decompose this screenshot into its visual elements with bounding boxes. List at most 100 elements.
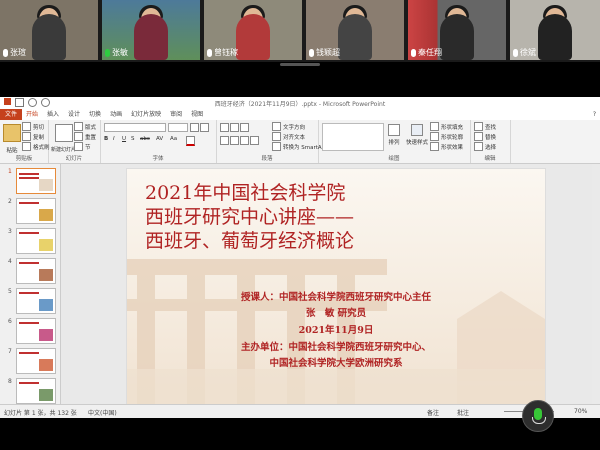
shadow-button[interactable]: S [131,136,135,142]
notes-button[interactable]: 备注 [427,408,439,417]
comments-button[interactable]: 批注 [457,408,469,417]
justify-icon [250,136,259,145]
video-strip-drag-handle[interactable] [280,63,320,66]
slide-number: 5 [8,288,12,295]
align-right-icon [240,136,249,145]
align-center-button[interactable] [230,136,239,145]
slide-thumbnail[interactable] [16,318,56,344]
shrink-font-icon [200,123,209,132]
underline-button[interactable]: U [122,136,126,142]
format-painter-button[interactable]: 格式刷 [22,142,50,151]
participant-tile[interactable]: 徐斌 [510,0,600,60]
replace-button[interactable]: 替换 [474,132,496,141]
file-tab[interactable]: 文件 [0,109,22,120]
decrease-indent-button[interactable] [240,123,249,132]
character-spacing-button[interactable]: AV [156,136,163,142]
participant-name: 张敏 [112,48,128,57]
select-button[interactable]: 选择 [474,142,496,151]
slide-number: 7 [8,348,12,355]
participant-name: 曾钰稼 [214,48,238,57]
numbering-icon [230,123,239,132]
organizer-line-2[interactable]: 中国社会科学院大学欧洲研究系 [127,355,545,369]
slide-thumbnail[interactable] [16,198,56,224]
current-slide[interactable]: 2021年中国社会科学院 西班牙研究中心讲座—— 西班牙、葡萄牙经济概论 授课人… [126,168,546,405]
editing-group: 查找 替换 选择 编辑 [470,120,511,163]
slide-title-line-3[interactable]: 西班牙、葡萄牙经济概论 [145,229,354,253]
microphone-icon [411,48,416,57]
shape-outline-button[interactable]: 形状轮廓 [430,132,463,141]
editing-group-label: 编辑 [484,156,496,162]
change-case-button[interactable]: Aa [170,136,177,142]
slide-thumbnail[interactable] [16,288,56,314]
copy-button[interactable]: 复制 [22,132,44,141]
justify-button[interactable] [250,136,259,145]
language-indicator[interactable]: 中文(中国) [88,408,117,417]
text-direction-button[interactable]: 文字方向 [272,122,305,131]
organizer-line-1[interactable]: 主办单位：中国社会科学院西班牙研究中心、 [127,339,545,353]
lecturer-name-line[interactable]: 张 敏 研究员 [127,305,545,319]
quick-styles-label: 快速样式 [406,140,429,146]
font-group: B I U S abc AV Aa 字体 [100,120,217,163]
slide-thumbnail[interactable] [16,258,56,284]
slide-thumbnail[interactable] [16,378,56,404]
shrink-font-button[interactable] [200,123,209,132]
strikethrough-button[interactable]: abc [140,136,150,142]
copy-label: 复制 [33,134,45,141]
slide-thumbnails-pane[interactable]: 1 2 3 4 5 6 7 8 [0,164,61,404]
slide-number: 3 [8,228,12,235]
lecturer-line[interactable]: 授课人：中国社会科学院西班牙研究中心主任 [127,289,545,303]
slide-number: 6 [8,318,12,325]
vertical-scrollbar[interactable] [592,164,600,404]
align-text-button[interactable]: 对齐文本 [272,132,305,141]
italic-button[interactable]: I [113,136,115,142]
align-text-icon [272,132,281,141]
select-icon [474,142,483,151]
slide-number: 2 [8,198,12,205]
effects-icon [430,142,439,151]
slide-thumbnail[interactable] [16,228,56,254]
help-button[interactable]: ? [593,109,596,120]
slides-group-label: 幻灯片 [65,156,83,162]
section-button[interactable]: 节 [74,142,91,151]
participant-tile[interactable]: 秦任翔 [408,0,506,60]
shape-fill-button[interactable]: 形状填充 [430,122,463,131]
participant-tile[interactable]: 曾钰稼 [204,0,302,60]
slide-title-line-1[interactable]: 2021年中国社会科学院 [145,181,345,205]
slide-editing-canvas[interactable]: 2021年中国社会科学院 西班牙研究中心讲座—— 西班牙、葡萄牙经济概论 授课人… [61,164,600,405]
align-right-button[interactable] [240,136,249,145]
bullets-button[interactable] [220,123,229,132]
participant-tile-active-speaker[interactable]: 张敏 [102,0,200,60]
slides-group: 新建幻灯片 版式 重置 节 幻灯片 [48,120,101,163]
cut-label: 剪切 [33,124,45,131]
align-left-button[interactable] [220,136,229,145]
font-size-select[interactable] [168,123,188,132]
quick-styles-button[interactable]: 快速样式 [406,124,428,146]
shape-effects-button[interactable]: 形状效果 [430,142,463,151]
find-icon [474,122,483,131]
section-label: 节 [85,144,91,151]
cut-button[interactable]: 剪切 [22,122,44,131]
bullets-icon [220,123,229,132]
grow-font-button[interactable] [190,123,199,132]
slide-thumbnail-selected[interactable] [16,168,56,194]
font-color-button[interactable] [186,136,195,146]
new-slide-button[interactable]: 新建幻灯片 [51,124,76,153]
floating-microphone-button[interactable] [522,400,554,432]
zoom-level[interactable]: 70% [574,408,587,415]
paste-button[interactable]: 粘贴 [3,124,21,154]
participant-tile[interactable]: 钱颖超 [306,0,404,60]
slide-thumbnail[interactable] [16,348,56,374]
date-line[interactable]: 2021年11月9日 [127,322,545,336]
participant-tile[interactable]: 张瑄 [0,0,98,60]
layout-button[interactable]: 版式 [74,122,96,131]
find-button[interactable]: 查找 [474,122,496,131]
font-name-select[interactable] [104,123,166,132]
reset-button[interactable]: 重置 [74,132,96,141]
fill-icon [430,122,439,131]
arrange-button[interactable]: 排列 [388,124,400,146]
numbering-button[interactable] [230,123,239,132]
shapes-gallery[interactable] [322,123,384,151]
grow-font-icon [190,123,199,132]
slide-title-line-2[interactable]: 西班牙研究中心讲座—— [145,205,354,229]
bold-button[interactable]: B [104,136,108,142]
